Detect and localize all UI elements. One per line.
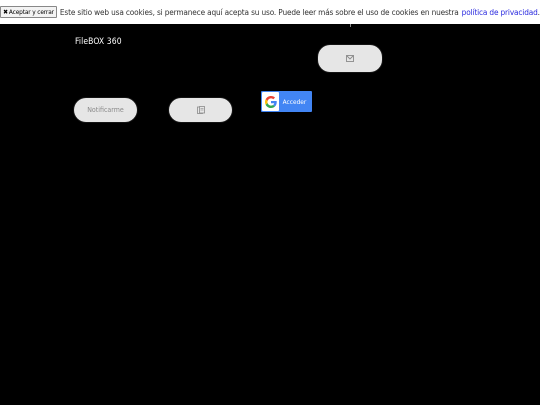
page: ✖Aceptar y cerrar Este sitio web usa coo… — [0, 0, 540, 405]
notify-label: Notificarme — [87, 106, 124, 114]
accept-cookies-button[interactable]: ✖Aceptar y cerrar — [0, 6, 57, 18]
brand-title: FileBOX 360 — [75, 37, 122, 47]
cookie-message: Este sitio web usa cookies, si permanece… — [59, 7, 459, 17]
close-icon: ✖ — [3, 8, 8, 16]
google-sign-in-button[interactable]: Acceder — [261, 91, 312, 112]
email-button[interactable] — [318, 45, 382, 72]
google-logo-icon — [262, 92, 279, 111]
cookie-trailing-period: . — [537, 7, 540, 17]
accept-cookies-label: Aceptar y cerrar — [8, 8, 54, 16]
google-sign-in-label: Acceder — [282, 97, 307, 106]
contact-button[interactable] — [169, 98, 232, 122]
contact-card-icon — [196, 106, 205, 114]
notify-button[interactable]: Notificarme — [74, 98, 137, 122]
email-icon — [346, 55, 354, 62]
cookie-banner: ✖Aceptar y cerrar Este sitio web usa coo… — [0, 0, 540, 24]
divider-mark — [350, 24, 351, 27]
privacy-policy-link[interactable]: política de privacidad — [462, 7, 538, 17]
